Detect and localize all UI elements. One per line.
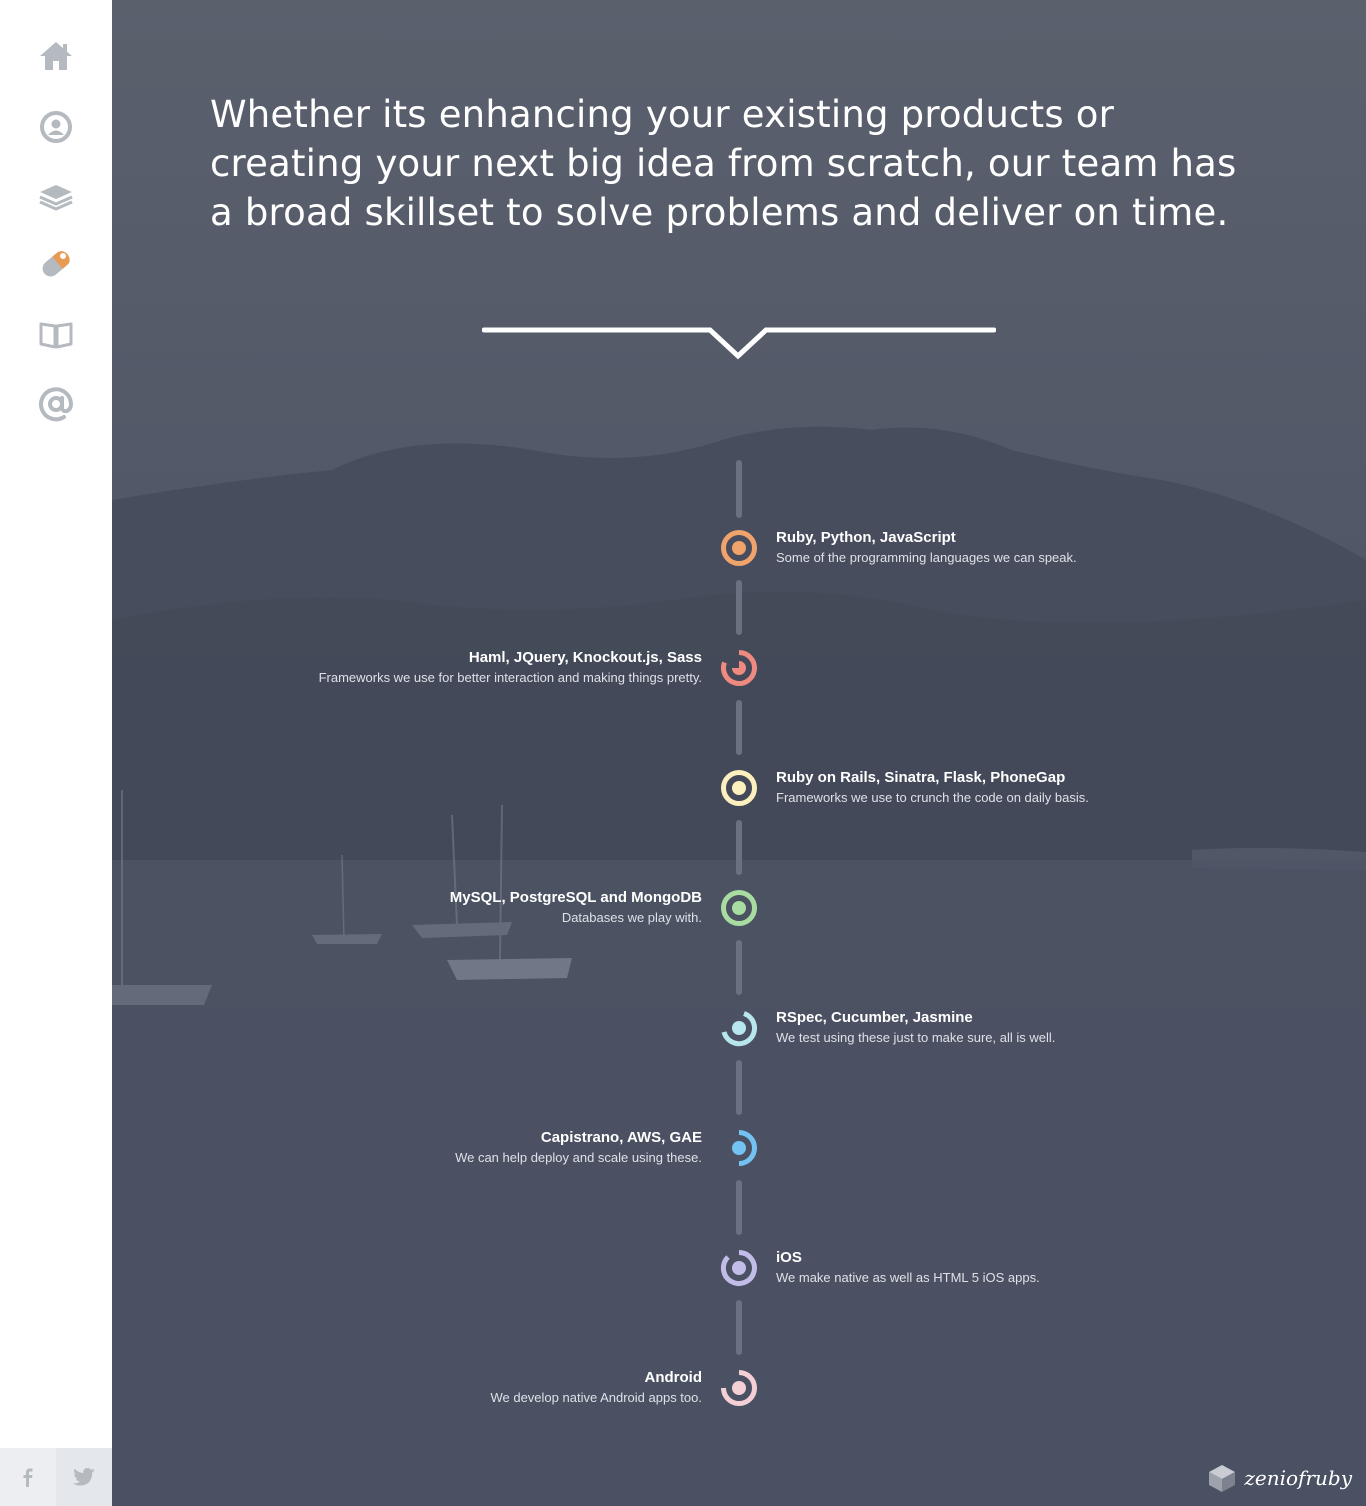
layers-icon [39, 185, 73, 211]
partial-ring-icon [720, 1250, 757, 1286]
timeline-item: Capistrano, AWS, GAE We can help deploy … [455, 1128, 702, 1168]
timeline-title: Haml, JQuery, Knockout.js, Sass [468, 649, 702, 666]
brand-name: zeniofruby [1244, 1466, 1352, 1490]
timeline-title: MySQL, PostgreSQL and MongoDB [449, 889, 702, 906]
timeline-title: Android [644, 1369, 703, 1386]
facebook-icon [23, 1468, 33, 1487]
timeline-desc: We can help deploy and scale using these… [455, 1150, 702, 1165]
timeline-title: RSpec, Cucumber, Jasmine [776, 1009, 973, 1026]
target-icon [721, 770, 757, 806]
timeline-desc: Frameworks we use for better interaction… [318, 670, 702, 685]
timeline-item: Ruby on Rails, Sinatra, Flask, PhoneGap … [776, 768, 1089, 808]
timeline-title: Capistrano, AWS, GAE [540, 1129, 702, 1146]
sidebar [0, 0, 112, 1506]
brand-mark[interactable]: zeniofruby [1206, 1462, 1352, 1494]
main-content: Whether its enhancing your existing prod… [112, 0, 1366, 1506]
nav-home[interactable] [36, 36, 76, 76]
timeline-item: Haml, JQuery, Knockout.js, Sass Framewor… [319, 648, 702, 688]
social-links [0, 1448, 112, 1506]
partial-ring-icon [721, 1370, 757, 1406]
timeline-desc: Databases we play with. [561, 910, 702, 925]
nav-services[interactable] [36, 176, 76, 216]
twitter-icon [73, 1468, 95, 1486]
target-icon [721, 530, 757, 566]
partial-ring-icon [721, 1011, 758, 1047]
twitter-button[interactable] [56, 1448, 112, 1506]
timeline-desc: Frameworks we use to crunch the code on … [776, 790, 1089, 805]
at-icon [39, 387, 74, 422]
timeline-item: Android We develop native Android apps t… [490, 1368, 702, 1408]
partial-ring-icon [721, 650, 757, 686]
timeline-title: Ruby, Python, JavaScript [776, 529, 956, 546]
timeline-title: iOS [776, 1249, 802, 1266]
timeline-desc: We make native as well as HTML 5 iOS app… [776, 1270, 1040, 1285]
timeline-item: RSpec, Cucumber, Jasmine We test using t… [776, 1008, 1055, 1048]
timeline-item: MySQL, PostgreSQL and MongoDB Databases … [450, 888, 702, 928]
timeline-title: Ruby on Rails, Sinatra, Flask, PhoneGap [776, 769, 1066, 786]
book-icon [39, 322, 73, 349]
cube-logo-icon [1209, 1465, 1236, 1492]
facebook-button[interactable] [0, 1448, 56, 1506]
nav-work[interactable] [36, 244, 76, 284]
timeline-desc: We develop native Android apps too. [490, 1390, 702, 1405]
pill-icon [42, 251, 70, 277]
nav-contact[interactable] [36, 384, 76, 424]
timeline-desc: We test using these just to make sure, a… [776, 1030, 1056, 1045]
half-ring-icon [732, 1130, 757, 1166]
timeline-item: Ruby, Python, JavaScript Some of the pro… [776, 528, 1077, 568]
user-icon [40, 111, 72, 143]
home-icon [40, 42, 72, 70]
nav-about[interactable] [36, 107, 76, 147]
timeline-item: iOS We make native as well as HTML 5 iOS… [776, 1248, 1040, 1288]
nav-blog[interactable] [36, 314, 76, 354]
target-icon [721, 890, 757, 926]
timeline-desc: Some of the programming languages we can… [776, 550, 1077, 565]
